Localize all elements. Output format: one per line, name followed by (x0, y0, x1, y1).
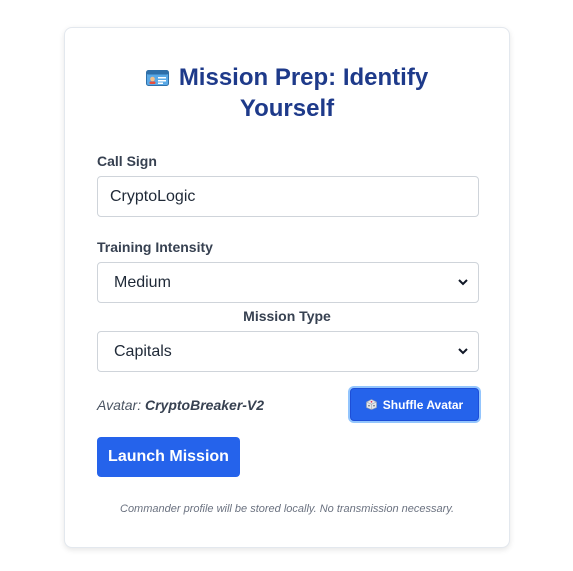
training-intensity-select[interactable]: Medium (97, 262, 479, 303)
title-text-2: Yourself (239, 95, 335, 122)
profile-card: Mission Prep: Identify Yourself Call Sig… (64, 27, 510, 548)
mission-type-label: Mission Type (243, 308, 331, 324)
shuffle-avatar-label: Shuffle Avatar (382, 397, 464, 412)
chevron-down-icon (458, 279, 468, 286)
avatar-name: CryptoBreaker-V2 (145, 397, 265, 413)
training-intensity-label: Training Intensity (97, 239, 213, 255)
id-card-icon (145, 70, 169, 86)
avatar-prefix: Avatar: (97, 397, 142, 413)
mission-type-value: Capitals (114, 342, 172, 360)
chevron-down-icon (458, 348, 468, 355)
call-sign-input[interactable] (97, 176, 479, 217)
avatar-display: Avatar: CryptoBreaker-V2 (97, 397, 264, 413)
page-title: Mission Prep: Identify Yourself (65, 62, 509, 124)
launch-mission-button[interactable]: Launch Mission (97, 437, 240, 477)
training-intensity-value: Medium (114, 273, 171, 291)
footnote: Commander profile will be stored locally… (120, 503, 454, 515)
mission-type-select[interactable]: Capitals (97, 331, 479, 372)
dice-icon (365, 399, 377, 410)
title-text-1: Mission Prep: Identify (178, 64, 429, 91)
shuffle-avatar-button[interactable]: Shuffle Avatar (350, 388, 479, 421)
title-line-1: Mission Prep: Identify (65, 62, 509, 93)
call-sign-label: Call Sign (97, 153, 157, 169)
